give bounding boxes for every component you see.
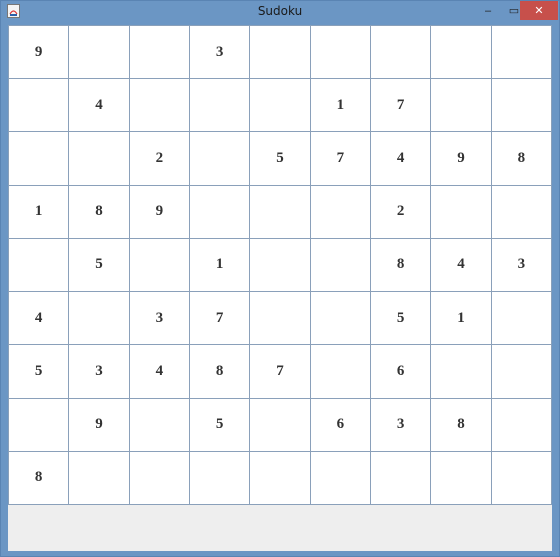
sudoku-cell-r9c5[interactable]: [250, 451, 311, 505]
sudoku-cell-r7c1[interactable]: 5: [9, 345, 70, 399]
bottom-panel: [8, 505, 552, 551]
sudoku-cell-r6c7[interactable]: 5: [370, 292, 432, 346]
sudoku-cell-r8c8[interactable]: 8: [431, 398, 492, 452]
sudoku-cell-r4c7[interactable]: 2: [370, 185, 432, 239]
sudoku-cell-r2c3[interactable]: [129, 79, 190, 133]
sudoku-cell-r2c8[interactable]: [431, 79, 492, 133]
sudoku-cell-r9c6[interactable]: [310, 451, 371, 505]
sudoku-cell-r1c1[interactable]: 9: [9, 26, 70, 80]
sudoku-cell-r7c7[interactable]: 6: [370, 345, 432, 399]
sudoku-cell-r4c3[interactable]: 9: [129, 185, 190, 239]
sudoku-cell-r4c8[interactable]: [431, 185, 492, 239]
sudoku-cell-r3c9[interactable]: 8: [491, 132, 552, 186]
sudoku-cell-r3c1[interactable]: [9, 132, 70, 186]
sudoku-cell-r8c3[interactable]: [129, 398, 190, 452]
maximize-icon: ▭: [508, 5, 520, 17]
sudoku-cell-r6c5[interactable]: [250, 292, 311, 346]
sudoku-cell-r9c2[interactable]: [69, 451, 130, 505]
sudoku-cell-r1c4[interactable]: 3: [189, 26, 251, 80]
sudoku-cell-r6c6[interactable]: [310, 292, 371, 346]
sudoku-cell-r9c9[interactable]: [491, 451, 552, 505]
sudoku-cell-r5c9[interactable]: 3: [491, 238, 552, 293]
sudoku-cell-r5c3[interactable]: [129, 238, 190, 293]
sudoku-cell-r7c6[interactable]: [310, 345, 371, 399]
sudoku-cell-r8c7[interactable]: 3: [370, 398, 432, 452]
sudoku-cell-r8c1[interactable]: [9, 398, 70, 452]
sudoku-cell-r5c7[interactable]: 8: [370, 238, 432, 293]
title-bar[interactable]: Sudoku – ▭ ✕: [1, 1, 559, 23]
sudoku-cell-r5c8[interactable]: 4: [431, 238, 492, 293]
sudoku-cell-r5c1[interactable]: [9, 238, 70, 293]
sudoku-cell-r9c3[interactable]: [129, 451, 190, 505]
sudoku-cell-r3c6[interactable]: 7: [310, 132, 371, 186]
sudoku-cell-r3c8[interactable]: 9: [431, 132, 492, 186]
sudoku-cell-r7c3[interactable]: 4: [129, 345, 190, 399]
sudoku-cell-r2c9[interactable]: [491, 79, 552, 133]
sudoku-cell-r5c4[interactable]: 1: [189, 238, 251, 293]
sudoku-cell-r8c5[interactable]: [250, 398, 311, 452]
sudoku-cell-r1c7[interactable]: [370, 26, 432, 80]
sudoku-cell-r6c9[interactable]: [491, 292, 552, 346]
sudoku-cell-r6c3[interactable]: 3: [129, 292, 190, 346]
sudoku-cell-r2c4[interactable]: [189, 79, 251, 133]
sudoku-cell-r2c1[interactable]: [9, 79, 70, 133]
sudoku-cell-r3c3[interactable]: 2: [129, 132, 190, 186]
sudoku-cell-r2c7[interactable]: 7: [370, 79, 432, 133]
sudoku-cell-r4c2[interactable]: 8: [69, 185, 130, 239]
sudoku-cell-r2c5[interactable]: [250, 79, 311, 133]
sudoku-cell-r7c9[interactable]: [491, 345, 552, 399]
close-button[interactable]: ✕: [520, 1, 558, 20]
sudoku-cell-r2c6[interactable]: 1: [310, 79, 371, 133]
sudoku-cell-r1c8[interactable]: [431, 26, 492, 80]
sudoku-cell-r4c4[interactable]: [189, 185, 251, 239]
close-icon: ✕: [534, 5, 544, 17]
sudoku-cell-r4c1[interactable]: 1: [9, 185, 70, 239]
sudoku-cell-r8c4[interactable]: 5: [189, 398, 251, 452]
sudoku-cell-r7c8[interactable]: [431, 345, 492, 399]
sudoku-cell-r3c7[interactable]: 4: [370, 132, 432, 186]
sudoku-cell-r4c5[interactable]: [250, 185, 311, 239]
sudoku-cell-r4c9[interactable]: [491, 185, 552, 239]
app-window: Sudoku – ▭ ✕ 934172574981892518434375153…: [0, 0, 560, 557]
sudoku-cell-r6c4[interactable]: 7: [189, 292, 251, 346]
sudoku-cell-r3c2[interactable]: [69, 132, 130, 186]
sudoku-cell-r7c2[interactable]: 3: [69, 345, 130, 399]
sudoku-cell-r5c6[interactable]: [310, 238, 371, 293]
sudoku-cell-r7c4[interactable]: 8: [189, 345, 251, 399]
sudoku-cell-r9c7[interactable]: [370, 451, 432, 505]
sudoku-cell-r1c3[interactable]: [129, 26, 190, 80]
sudoku-cell-r5c5[interactable]: [250, 238, 311, 293]
sudoku-cell-r1c6[interactable]: [310, 26, 371, 80]
sudoku-grid: 9341725749818925184343751534876956388: [8, 25, 552, 505]
minimize-button[interactable]: –: [475, 1, 501, 20]
sudoku-cell-r1c5[interactable]: [250, 26, 311, 80]
sudoku-cell-r3c4[interactable]: [189, 132, 251, 186]
sudoku-cell-r9c8[interactable]: [431, 451, 492, 505]
sudoku-cell-r7c5[interactable]: 7: [250, 345, 311, 399]
sudoku-cell-r6c1[interactable]: 4: [9, 292, 70, 346]
sudoku-cell-r6c8[interactable]: 1: [431, 292, 492, 346]
sudoku-cell-r8c6[interactable]: 6: [310, 398, 371, 452]
sudoku-cell-r1c9[interactable]: [491, 26, 552, 80]
sudoku-cell-r9c4[interactable]: [189, 451, 251, 505]
sudoku-cell-r5c2[interactable]: 5: [69, 238, 130, 293]
sudoku-cell-r8c2[interactable]: 9: [69, 398, 130, 452]
sudoku-cell-r8c9[interactable]: [491, 398, 552, 452]
sudoku-cell-r2c2[interactable]: 4: [69, 79, 130, 133]
minimize-icon: –: [484, 4, 492, 17]
sudoku-cell-r1c2[interactable]: [69, 26, 130, 80]
sudoku-cell-r6c2[interactable]: [69, 292, 130, 346]
sudoku-cell-r9c1[interactable]: 8: [9, 451, 70, 505]
sudoku-cell-r4c6[interactable]: [310, 185, 371, 239]
sudoku-cell-r3c5[interactable]: 5: [250, 132, 311, 186]
client-area: 9341725749818925184343751534876956388: [8, 25, 552, 551]
